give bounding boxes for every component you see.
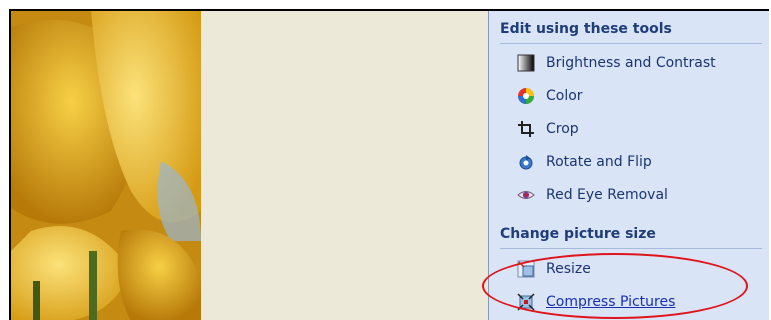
tool-label: Rotate and Flip (546, 154, 652, 170)
tool-crop[interactable]: Crop (517, 116, 579, 142)
tool-label: Color (546, 88, 583, 104)
section-header-edit-tools: Edit using these tools (500, 19, 762, 44)
color-wheel-icon (517, 87, 535, 105)
tool-color[interactable]: Color (517, 83, 583, 109)
tulip-photo (11, 11, 201, 320)
section-header-picture-size: Change picture size (500, 224, 762, 249)
resize-icon (517, 260, 535, 278)
canvas-area (201, 11, 488, 320)
tool-label: Brightness and Contrast (546, 55, 716, 71)
compress-pictures-icon (517, 293, 535, 311)
rotate-flip-icon (517, 153, 535, 171)
tool-brightness-contrast[interactable]: Brightness and Contrast (517, 50, 716, 76)
section-title: Change picture size (500, 226, 656, 242)
picture-manager-window: Edit using these tools Brightness and Co… (9, 9, 769, 320)
tool-label: Red Eye Removal (546, 187, 668, 203)
tool-label: Crop (546, 121, 579, 137)
brightness-contrast-icon (517, 54, 535, 72)
crop-icon (517, 120, 535, 138)
tool-red-eye-removal[interactable]: Red Eye Removal (517, 182, 668, 208)
tool-label: Resize (546, 261, 591, 277)
red-eye-icon (517, 186, 535, 204)
picture-preview (11, 11, 201, 320)
task-pane: Edit using these tools Brightness and Co… (489, 11, 769, 320)
section-title: Edit using these tools (500, 21, 672, 37)
tool-rotate-flip[interactable]: Rotate and Flip (517, 149, 652, 175)
tool-resize[interactable]: Resize (517, 256, 591, 282)
tool-compress-pictures[interactable]: Compress Pictures (517, 289, 675, 315)
tool-label: Compress Pictures (546, 294, 676, 310)
